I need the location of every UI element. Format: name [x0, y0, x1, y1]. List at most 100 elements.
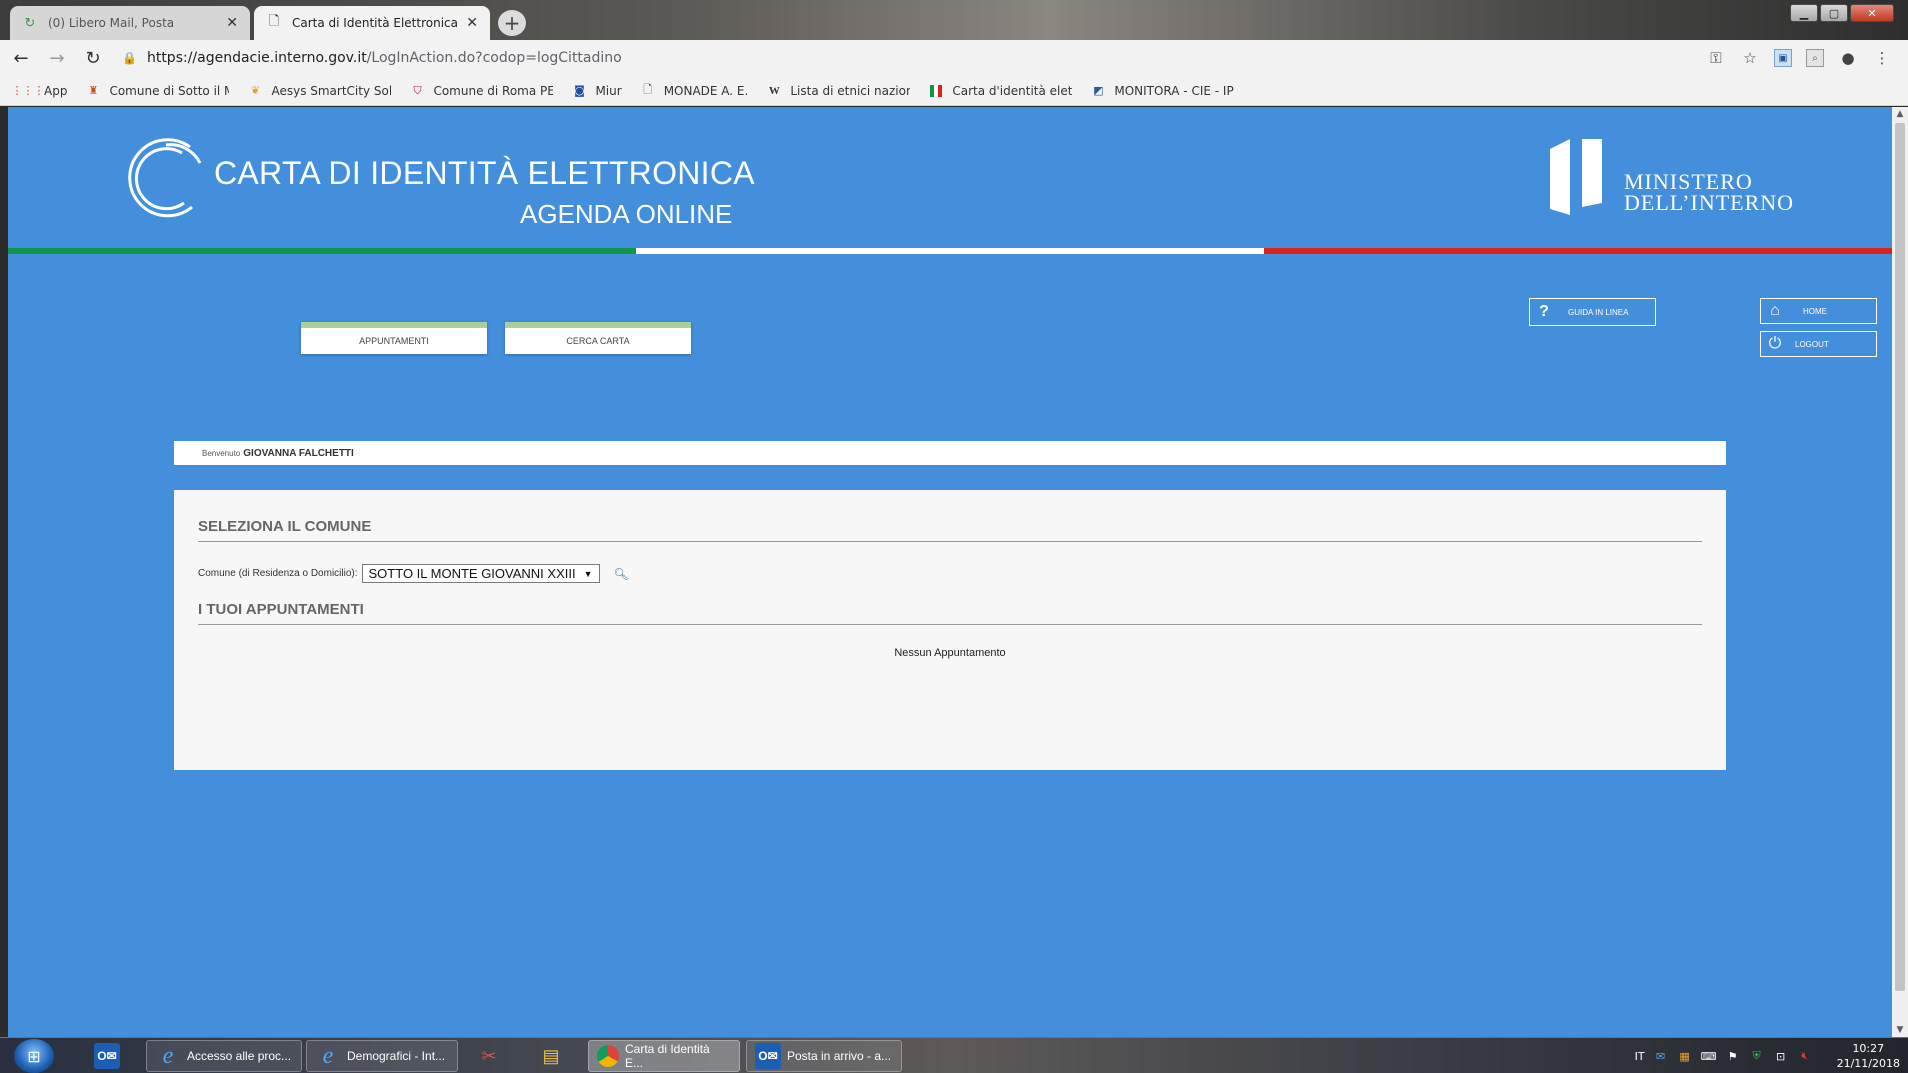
taskbar-explorer[interactable]: ▤: [538, 1040, 570, 1072]
keyboard-tray-icon[interactable]: ⌨: [1701, 1048, 1717, 1064]
stripe-white: [636, 248, 1264, 254]
bookmark-label: Lista di etnici naziona: [790, 83, 911, 98]
star-icon[interactable]: ☆: [1740, 48, 1760, 68]
bookmark-apps[interactable]: ⋮⋮⋮ App: [11, 83, 68, 99]
bookmark-label: Aesys SmartCity Solu: [271, 83, 392, 98]
taskbar-label: Posta in arrivo - a...: [787, 1049, 892, 1063]
bookmark-label: MONITORA - CIE - IP: [1114, 83, 1234, 98]
search-icon[interactable]: 🔍︎: [614, 567, 629, 581]
maximize-button[interactable]: ▢: [1820, 4, 1848, 22]
bookmark-label: Miur: [595, 83, 622, 98]
roma-shield-icon: ⛉: [413, 83, 422, 97]
welcome-user-name: GIOVANNA FALCHETTI: [243, 447, 354, 459]
bookmark-carta-identita[interactable]: Carta d'identità elett: [928, 83, 1072, 99]
empty-appointments-message: Nessun Appuntamento: [894, 647, 1006, 659]
flag-tray-icon[interactable]: ⚑: [1725, 1048, 1741, 1064]
tab-close-icon[interactable]: ✕: [226, 15, 238, 31]
system-tray: IT ✉ ▦ ⌨ ⚑ ⛨ ⊡ 🔇︎ 10:27 21/11/2018: [1635, 1038, 1900, 1073]
scroll-up-icon[interactable]: ▲: [1892, 109, 1908, 119]
help-question-icon: ?: [1539, 303, 1549, 320]
taskbar-outlook-pinned[interactable]: O✉: [94, 1040, 126, 1072]
wikipedia-icon: W: [768, 84, 780, 97]
bookmark-comune-roma[interactable]: ⛉ Comune di Roma PE: [409, 83, 553, 99]
tab-close-icon[interactable]: ✕: [466, 15, 478, 31]
window-controls: ▁ ▢ ✕: [1790, 4, 1894, 22]
outlook-icon: O✉: [94, 1043, 120, 1069]
ministero-line2: DELL’INTERNO: [1624, 190, 1795, 215]
tab-title: Carta di Identità Elettronica (inde: [292, 16, 460, 30]
tuoi-appuntamenti-heading: I TUOI APPUNTAMENTI: [198, 601, 1702, 625]
bookmark-miur[interactable]: ◙ Miur: [571, 83, 622, 99]
windows-logo-icon: ⊞: [27, 1046, 41, 1066]
security-tray-icon[interactable]: ▦: [1677, 1048, 1693, 1064]
bookmark-monade[interactable]: 🗋 MONADE A. E.: [640, 83, 749, 99]
ministero-line1: MINISTERO: [1624, 169, 1753, 194]
clock-time: 10:27: [1852, 1042, 1885, 1055]
web-page: CARTA DI IDENTITÀ ELETTRONICA AGENDA ONL…: [8, 107, 1892, 1037]
welcome-bar: Benvenuto GIOVANNA FALCHETTI: [174, 441, 1726, 465]
extension-zoom-icon[interactable]: ⌕: [1806, 49, 1824, 67]
italy-flag-icon: [928, 83, 944, 99]
page-favicon-icon: 🗋: [268, 14, 280, 29]
taskbar-ie-demografici[interactable]: e Demografici - Int...: [306, 1040, 458, 1072]
bookmark-monitora[interactable]: ◩ MONITORA - CIE - IP: [1090, 83, 1234, 99]
dropdown-arrow-icon: ▼: [583, 568, 593, 579]
outlook-tray-icon[interactable]: ✉: [1653, 1048, 1669, 1064]
welcome-label: Benvenuto: [202, 448, 241, 458]
address-bar[interactable]: 🔒 https://agendacie.interno.gov.it/LogIn…: [122, 43, 1706, 73]
seleziona-comune-heading: SELEZIONA IL COMUNE: [198, 518, 1702, 542]
apps-grid-icon: ⋮⋮⋮: [11, 84, 45, 97]
bookmark-comune-sotto[interactable]: ♜ Comune di Sotto il M: [85, 83, 230, 99]
taskbar-chrome-carta[interactable]: Carta di Identità E...: [588, 1040, 740, 1072]
key-icon[interactable]: ⚿: [1706, 48, 1726, 68]
menu-dots-icon[interactable]: ⋮: [1872, 48, 1892, 68]
guida-in-linea-button[interactable]: ? GUIDA IN LINEA: [1529, 298, 1656, 326]
taskbar-label: Carta di Identità E...: [624, 1042, 710, 1070]
power-icon: ⏻: [1768, 335, 1782, 352]
volume-muted-icon[interactable]: 🔇︎: [1797, 1048, 1813, 1064]
page-scrollbar[interactable]: ▲ ▼: [1892, 107, 1908, 1037]
network-tray-icon[interactable]: ⊡: [1773, 1048, 1789, 1064]
logout-button[interactable]: ⏻ LOGOUT: [1760, 331, 1877, 357]
home-icon: ⌂: [1770, 302, 1780, 319]
tab-carta-identita[interactable]: 🗋 Carta di Identità Elettronica (inde ✕: [254, 6, 490, 40]
bookmark-label: Comune di Sotto il M: [109, 83, 230, 98]
bookmark-lista-etnici[interactable]: W Lista di etnici naziona: [766, 83, 911, 99]
profile-icon[interactable]: ●: [1838, 48, 1858, 68]
shield-tray-icon[interactable]: ⛨: [1749, 1048, 1765, 1064]
comune-row: Comune (di Residenza o Domicilio): SOTTO…: [198, 564, 629, 583]
comune-select[interactable]: SOTTO IL MONTE GIOVANNI XXIII ▼: [361, 564, 600, 583]
minimize-button[interactable]: ▁: [1790, 4, 1818, 22]
bookmark-aesys[interactable]: ❦ Aesys SmartCity Solu: [247, 83, 392, 99]
extension-icon[interactable]: ▣: [1774, 49, 1792, 67]
content-panel: SELEZIONA IL COMUNE Comune (di Residenza…: [174, 490, 1726, 770]
language-indicator[interactable]: IT: [1635, 1050, 1645, 1063]
clock[interactable]: 10:27 21/11/2018: [1837, 1041, 1900, 1071]
close-window-button[interactable]: ✕: [1850, 4, 1894, 22]
tab-libero-mail[interactable]: ↻ (0) Libero Mail, Posta ✕: [10, 6, 250, 40]
scroll-down-icon[interactable]: ▼: [1892, 1025, 1908, 1035]
tab-appuntamenti[interactable]: APPUNTAMENTI: [301, 322, 487, 354]
taskbar-outlook-posta[interactable]: O✉ Posta in arrivo - a...: [746, 1040, 902, 1072]
forward-arrow-icon[interactable]: →: [42, 43, 72, 73]
home-button[interactable]: ⌂ HOME: [1760, 298, 1877, 324]
scroll-thumb[interactable]: [1895, 123, 1905, 991]
folder-icon: ▤: [542, 1045, 560, 1066]
toolbar-actions: ⚿ ☆ ▣ ⌕ ● ⋮: [1706, 48, 1892, 68]
tab-cerca-carta[interactable]: CERCA CARTA: [505, 322, 691, 354]
taskbar-label: Demografici - Int...: [347, 1049, 446, 1063]
reload-icon[interactable]: ↻: [78, 43, 108, 73]
taskbar-snipping-tool[interactable]: ✂: [476, 1040, 508, 1072]
monitora-icon: ◩: [1093, 84, 1104, 97]
site-title: CARTA DI IDENTITÀ ELETTRONICA: [214, 155, 755, 191]
bookmark-label: App: [44, 83, 68, 98]
new-tab-button[interactable]: +: [498, 10, 526, 36]
taskbar-ie-accesso[interactable]: e Accesso alle proc...: [146, 1040, 302, 1072]
browser-title-bar: ↻ (0) Libero Mail, Posta ✕ 🗋 Carta di Id…: [0, 0, 1908, 40]
url-host: https://agendacie.interno.gov.it: [146, 50, 367, 66]
back-arrow-icon[interactable]: ←: [6, 43, 36, 73]
site-subtitle: AGENDA ONLINE: [520, 199, 733, 229]
home-label: HOME: [1803, 306, 1827, 316]
bookmark-label: MONADE A. E.: [663, 83, 749, 98]
start-button[interactable]: ⊞: [14, 1039, 54, 1073]
